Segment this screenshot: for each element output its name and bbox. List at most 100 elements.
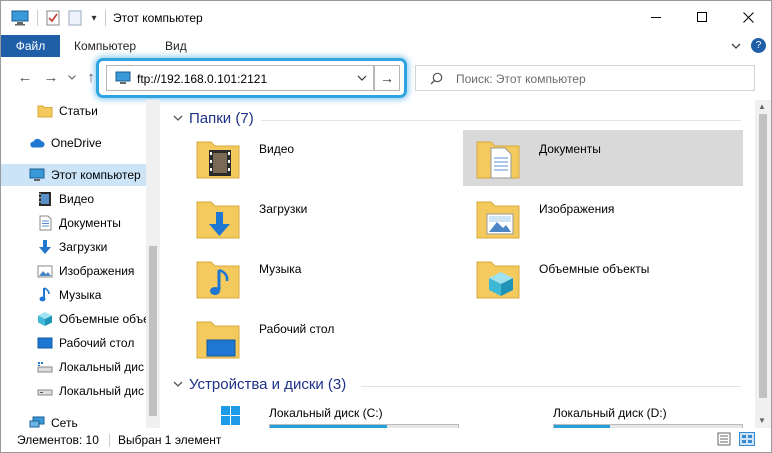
tab-computer[interactable]: Компьютер — [74, 35, 136, 57]
group-header-label: Устройства и диски (3) — [189, 376, 347, 393]
scroll-up-icon[interactable]: ▲ — [758, 102, 766, 111]
group-header-label: Папки (7) — [189, 110, 254, 127]
network-icon — [29, 415, 45, 428]
help-icon[interactable]: ? — [751, 38, 766, 53]
tiles-view-icon[interactable] — [739, 432, 755, 449]
back-button[interactable]: ← — [15, 67, 35, 87]
forward-button[interactable]: → — [41, 67, 61, 87]
sidebar-item-desktop[interactable]: Рабочий стол — [1, 332, 146, 354]
group-divider — [361, 386, 741, 387]
expand-ribbon-icon[interactable] — [731, 35, 741, 57]
sidebar-item-this-pc[interactable]: Этот компьютер — [1, 164, 146, 186]
sidebar-item-3d-objects[interactable]: Объемные объе — [1, 308, 146, 330]
tab-file[interactable]: Файл — [1, 35, 60, 57]
status-item-count: Элементов: 10 — [17, 433, 99, 447]
status-separator — [109, 434, 110, 447]
video-icon — [37, 191, 53, 207]
folder-tile-documents[interactable]: Документы — [463, 130, 743, 186]
sidebar-item-label: Локальный дис — [59, 360, 144, 374]
go-button[interactable]: → — [374, 65, 400, 91]
folder-tile-pictures[interactable]: Изображения — [463, 190, 743, 246]
document-icon — [37, 215, 53, 231]
folder-tile-downloads[interactable]: Загрузки — [183, 190, 463, 246]
minimize-icon — [651, 16, 661, 18]
group-divider — [261, 120, 741, 121]
address-dropdown-icon[interactable] — [357, 70, 367, 84]
sidebar-item-downloads[interactable]: Загрузки — [1, 236, 146, 258]
sidebar-item-network[interactable]: Сеть — [1, 412, 146, 428]
folder-tile-desktop[interactable]: Рабочий стол — [183, 310, 463, 366]
scroll-down-icon[interactable]: ▼ — [758, 416, 766, 425]
sidebar-item-label: Статьи — [59, 104, 98, 118]
customize-toolbar-icon[interactable]: ▾ — [87, 8, 101, 28]
folder-label: Загрузки — [259, 202, 308, 216]
sidebar-item-onedrive[interactable]: OneDrive — [1, 132, 146, 154]
desktop-icon — [37, 335, 53, 351]
image-icon — [37, 263, 53, 279]
drive-tile-d[interactable]: Локальный диск (D:) — [553, 406, 753, 428]
cube-icon — [37, 311, 53, 327]
recent-locations-button[interactable] — [65, 67, 79, 87]
sidebar-item-pictures[interactable]: Изображения — [1, 260, 146, 282]
sidebar-item-label: Этот компьютер — [51, 168, 141, 182]
title-bar: ▾ Этот компьютер — [1, 1, 771, 34]
folder-label: Видео — [259, 142, 295, 156]
computer-icon — [115, 71, 131, 84]
3d-objects-folder-icon — [476, 261, 520, 299]
computer-icon[interactable] — [9, 8, 31, 28]
close-button[interactable] — [725, 1, 771, 33]
folder-tile-music[interactable]: Музыка — [183, 250, 463, 306]
sidebar-item-label: Объемные объе — [59, 312, 146, 326]
sidebar-item-label: OneDrive — [51, 136, 102, 150]
chevron-down-icon — [68, 74, 76, 80]
download-icon — [37, 239, 53, 255]
sidebar-item-local-disk-d[interactable]: Локальный дис — [1, 380, 146, 402]
tab-view[interactable]: Вид — [165, 35, 187, 57]
music-icon — [37, 287, 53, 303]
close-icon — [742, 11, 754, 23]
maximize-button[interactable] — [679, 1, 725, 33]
search-input[interactable]: Поиск: Этот компьютер — [456, 72, 586, 86]
sidebar-item-label: Загрузки — [59, 240, 108, 254]
cloud-icon — [29, 135, 45, 151]
sidebar-item-music[interactable]: Музыка — [1, 284, 146, 306]
content-pane: Папки (7) Видео Документы Загрузки Изобр… — [161, 100, 755, 428]
desktop-folder-icon — [196, 321, 240, 359]
address-bar[interactable]: ftp://192.168.0.101:2121 — [106, 65, 374, 91]
status-selection: Выбран 1 элемент — [118, 433, 222, 447]
group-header-drives[interactable]: Устройства и диски (3) — [173, 376, 346, 393]
sidebar-item-documents[interactable]: Документы — [1, 212, 146, 234]
address-text[interactable]: ftp://192.168.0.101:2121 — [137, 72, 267, 86]
properties-icon[interactable] — [43, 8, 63, 28]
sidebar-item-label: Музыка — [59, 288, 102, 302]
new-folder-icon[interactable] — [65, 8, 85, 28]
sidebar-item-video[interactable]: Видео — [1, 188, 146, 210]
window-title: Этот компьютер — [113, 11, 203, 25]
minimize-button[interactable] — [633, 1, 679, 33]
scrollbar-thumb[interactable] — [759, 114, 767, 398]
navigation-pane-scrollbar[interactable] — [146, 100, 160, 428]
folder-label: Документы — [539, 142, 601, 156]
sidebar-item-local-disk-c[interactable]: Локальный дис — [1, 356, 146, 378]
scrollbar-thumb[interactable] — [149, 246, 157, 416]
sidebar-item-articles[interactable]: Статьи — [1, 100, 146, 122]
sidebar-item-label: Локальный дис — [59, 384, 144, 398]
drive-tile-c[interactable]: Локальный диск (C:) — [269, 406, 469, 428]
drive-icon — [37, 383, 53, 399]
search-box[interactable]: Поиск: Этот компьютер — [415, 65, 755, 91]
status-bar: Элементов: 10 Выбран 1 элемент — [1, 428, 771, 452]
chevron-down-icon — [173, 379, 183, 391]
folder-tile-video[interactable]: Видео — [183, 130, 463, 186]
computer-icon — [29, 167, 45, 183]
group-header-folders[interactable]: Папки (7) — [173, 110, 254, 127]
video-folder-icon — [196, 141, 240, 179]
drive-label: Локальный диск (C:) — [269, 406, 383, 420]
details-view-icon[interactable] — [717, 432, 731, 449]
drive-label: Локальный диск (D:) — [553, 406, 667, 420]
music-folder-icon — [196, 261, 240, 299]
pictures-folder-icon — [476, 201, 520, 239]
folder-tile-3d-objects[interactable]: Объемные объекты — [463, 250, 743, 306]
content-scrollbar[interactable]: ▲ ▼ — [755, 100, 771, 428]
folder-label: Объемные объекты — [539, 262, 650, 276]
navigation-bar: ← → ↑ ftp://192.168.0.101:2121 → Поиск: … — [1, 58, 771, 98]
